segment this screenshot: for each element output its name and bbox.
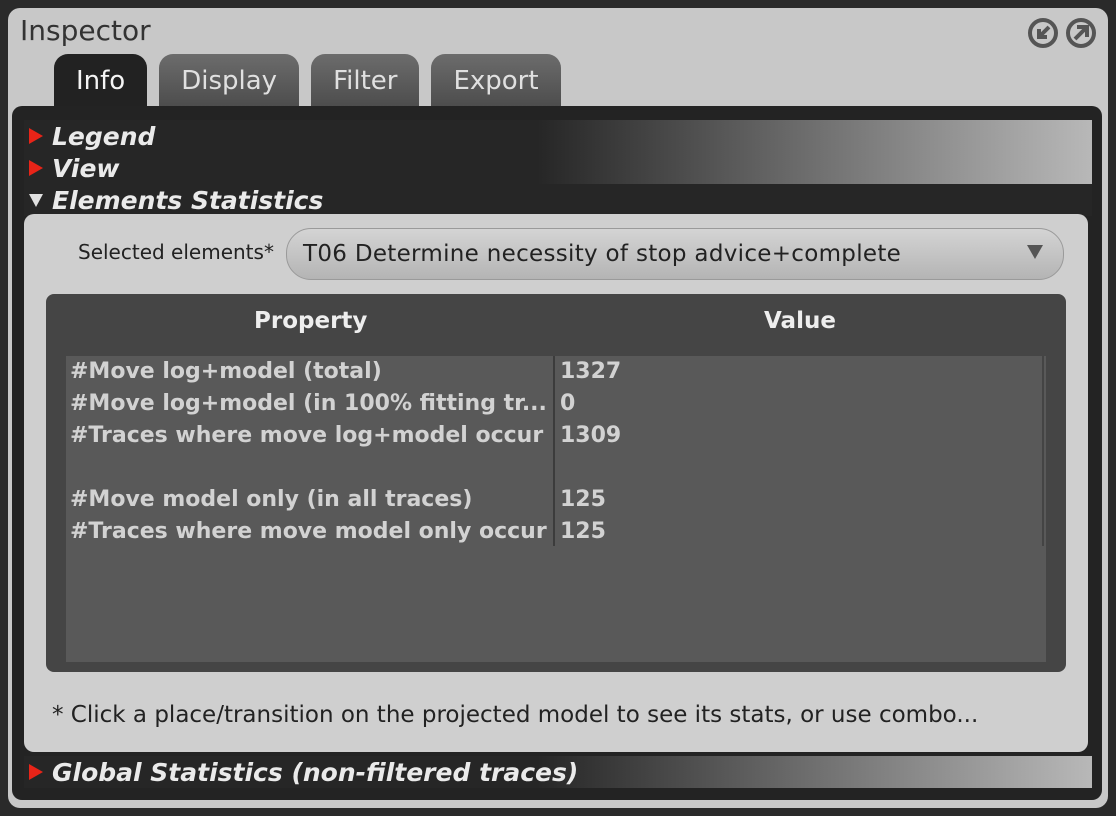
expand-arrow-icon	[24, 764, 48, 780]
table-row[interactable]: #Move log+model (total) 1327	[66, 356, 1046, 388]
section-global-statistics[interactable]: Global Statistics (non-filtered traces)	[24, 756, 1092, 788]
section-view[interactable]: View	[24, 152, 1092, 184]
section-label: Elements Statistics	[52, 185, 324, 215]
detach-icon[interactable]	[1064, 16, 1098, 50]
table-row[interactable]: #Traces where move model only occur 125	[66, 516, 1046, 548]
property-cell: #Move model only (in all traces)	[70, 487, 473, 512]
elements-statistics-content: Selected elements* T06 Determine necessi…	[24, 214, 1088, 752]
collapse-icon[interactable]	[1026, 16, 1060, 50]
value-cell: 1327	[560, 359, 622, 384]
column-header-value[interactable]: Value	[764, 308, 836, 334]
inspector-window: Inspector Info Display Filter Export Leg…	[8, 8, 1108, 808]
stats-table: Property Value #Move log+model (total) 1…	[46, 294, 1066, 672]
selected-elements-combo[interactable]: T06 Determine necessity of stop advice+c…	[286, 228, 1064, 280]
combo-value: T06 Determine necessity of stop advice+c…	[303, 241, 902, 267]
property-cell: #Traces where move log+model occur	[70, 423, 544, 448]
value-cell: 125	[560, 519, 606, 544]
column-header-property[interactable]: Property	[254, 308, 367, 334]
property-cell: #Traces where move model only occur	[70, 519, 547, 544]
expand-arrow-icon	[24, 160, 48, 176]
value-cell: 0	[560, 391, 576, 416]
section-label: Global Statistics (non-filtered traces)	[52, 757, 579, 787]
section-label: Legend	[52, 121, 156, 151]
collapse-arrow-icon	[24, 193, 48, 207]
tab-filter[interactable]: Filter	[311, 54, 420, 108]
expand-arrow-icon	[24, 128, 48, 144]
info-panel: Legend View Elements Statistics Selected…	[12, 106, 1102, 800]
tab-bar: Info Display Filter Export	[54, 54, 561, 108]
table-row[interactable]: #Move log+model (in 100% fitting tr... 0	[66, 388, 1046, 420]
dropdown-arrow-icon	[1027, 245, 1043, 259]
table-row[interactable]	[66, 452, 1046, 484]
property-cell: #Move log+model (in 100% fitting tr...	[70, 391, 547, 416]
value-cell: 125	[560, 487, 606, 512]
window-controls	[1026, 16, 1098, 50]
tab-export[interactable]: Export	[431, 54, 561, 108]
tab-info[interactable]: Info	[54, 54, 148, 108]
property-cell: #Move log+model (total)	[70, 359, 382, 384]
value-cell: 1309	[560, 423, 622, 448]
footnote: * Click a place/transition on the projec…	[52, 702, 979, 728]
table-row[interactable]: #Move model only (in all traces) 125	[66, 484, 1046, 516]
section-elements-statistics[interactable]: Elements Statistics	[24, 184, 1092, 216]
table-body: #Move log+model (total) 1327 #Move log+m…	[66, 356, 1046, 662]
table-row[interactable]: #Traces where move log+model occur 1309	[66, 420, 1046, 452]
tab-display[interactable]: Display	[159, 54, 300, 108]
section-legend[interactable]: Legend	[24, 120, 1092, 152]
selected-elements-label: Selected elements*	[78, 240, 274, 264]
window-title: Inspector	[20, 14, 151, 47]
section-label: View	[52, 153, 120, 183]
